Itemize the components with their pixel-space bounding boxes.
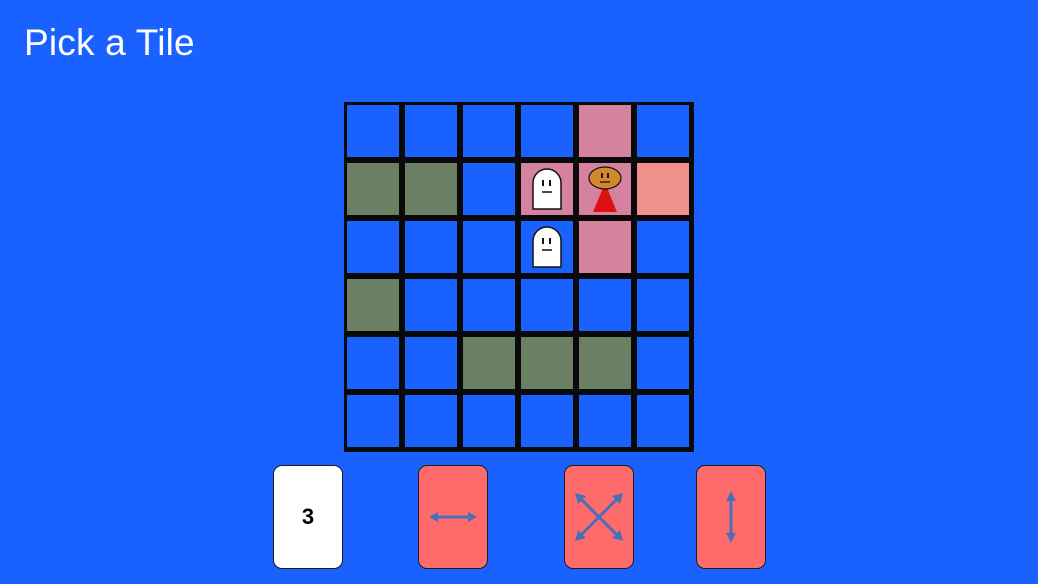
board-tile-empty[interactable] xyxy=(405,105,457,157)
board-tile-empty[interactable] xyxy=(521,395,573,447)
horizontal-move-card[interactable] xyxy=(418,465,488,569)
board-tile-empty[interactable] xyxy=(579,279,631,331)
horizontal-arrow-icon xyxy=(429,512,477,522)
game-board xyxy=(344,102,694,452)
board-tile-empty[interactable] xyxy=(521,279,573,331)
board-tile-empty[interactable] xyxy=(463,395,515,447)
board-tile-empty[interactable] xyxy=(347,337,399,389)
board-tile-salmon[interactable] xyxy=(637,163,689,215)
board-tile-pink[interactable] xyxy=(579,105,631,157)
board-tile-empty[interactable] xyxy=(521,221,573,273)
diagonal-move-card[interactable] xyxy=(564,465,634,569)
board-tile-wall[interactable] xyxy=(347,163,399,215)
board-tile-empty[interactable] xyxy=(637,395,689,447)
page-title: Pick a Tile xyxy=(24,22,195,63)
vertical-arrow-icon xyxy=(726,491,736,543)
diagonal-arrows-icon xyxy=(575,493,623,541)
ghost-icon xyxy=(530,167,564,211)
board-tile-empty[interactable] xyxy=(463,163,515,215)
board-tile-pink[interactable] xyxy=(521,163,573,215)
board-tile-empty[interactable] xyxy=(637,221,689,273)
board-tile-pink[interactable] xyxy=(579,221,631,273)
board-tile-wall[interactable] xyxy=(405,163,457,215)
board-tile-empty[interactable] xyxy=(463,105,515,157)
board-tile-empty[interactable] xyxy=(637,279,689,331)
board-tile-empty[interactable] xyxy=(637,337,689,389)
board-tile-empty[interactable] xyxy=(463,221,515,273)
board-tile-pink[interactable] xyxy=(579,163,631,215)
board-tile-empty[interactable] xyxy=(463,279,515,331)
player-icon xyxy=(587,165,623,213)
card-number-label: 3 xyxy=(301,504,315,529)
board-tile-empty[interactable] xyxy=(579,395,631,447)
board-tile-empty[interactable] xyxy=(347,395,399,447)
board-tile-empty[interactable] xyxy=(405,395,457,447)
board-tile-empty[interactable] xyxy=(521,105,573,157)
vertical-move-card[interactable] xyxy=(696,465,766,569)
board-tile-wall[interactable] xyxy=(463,337,515,389)
board-tile-empty[interactable] xyxy=(347,221,399,273)
board-tile-empty[interactable] xyxy=(347,105,399,157)
board-tile-empty[interactable] xyxy=(405,221,457,273)
number-card[interactable]: 3 xyxy=(273,465,343,569)
board-tile-empty[interactable] xyxy=(405,337,457,389)
board-tile-empty[interactable] xyxy=(637,105,689,157)
board-tile-empty[interactable] xyxy=(405,279,457,331)
board-tile-wall[interactable] xyxy=(521,337,573,389)
ghost-icon xyxy=(530,225,564,269)
board-tile-wall[interactable] xyxy=(579,337,631,389)
board-tile-wall[interactable] xyxy=(347,279,399,331)
